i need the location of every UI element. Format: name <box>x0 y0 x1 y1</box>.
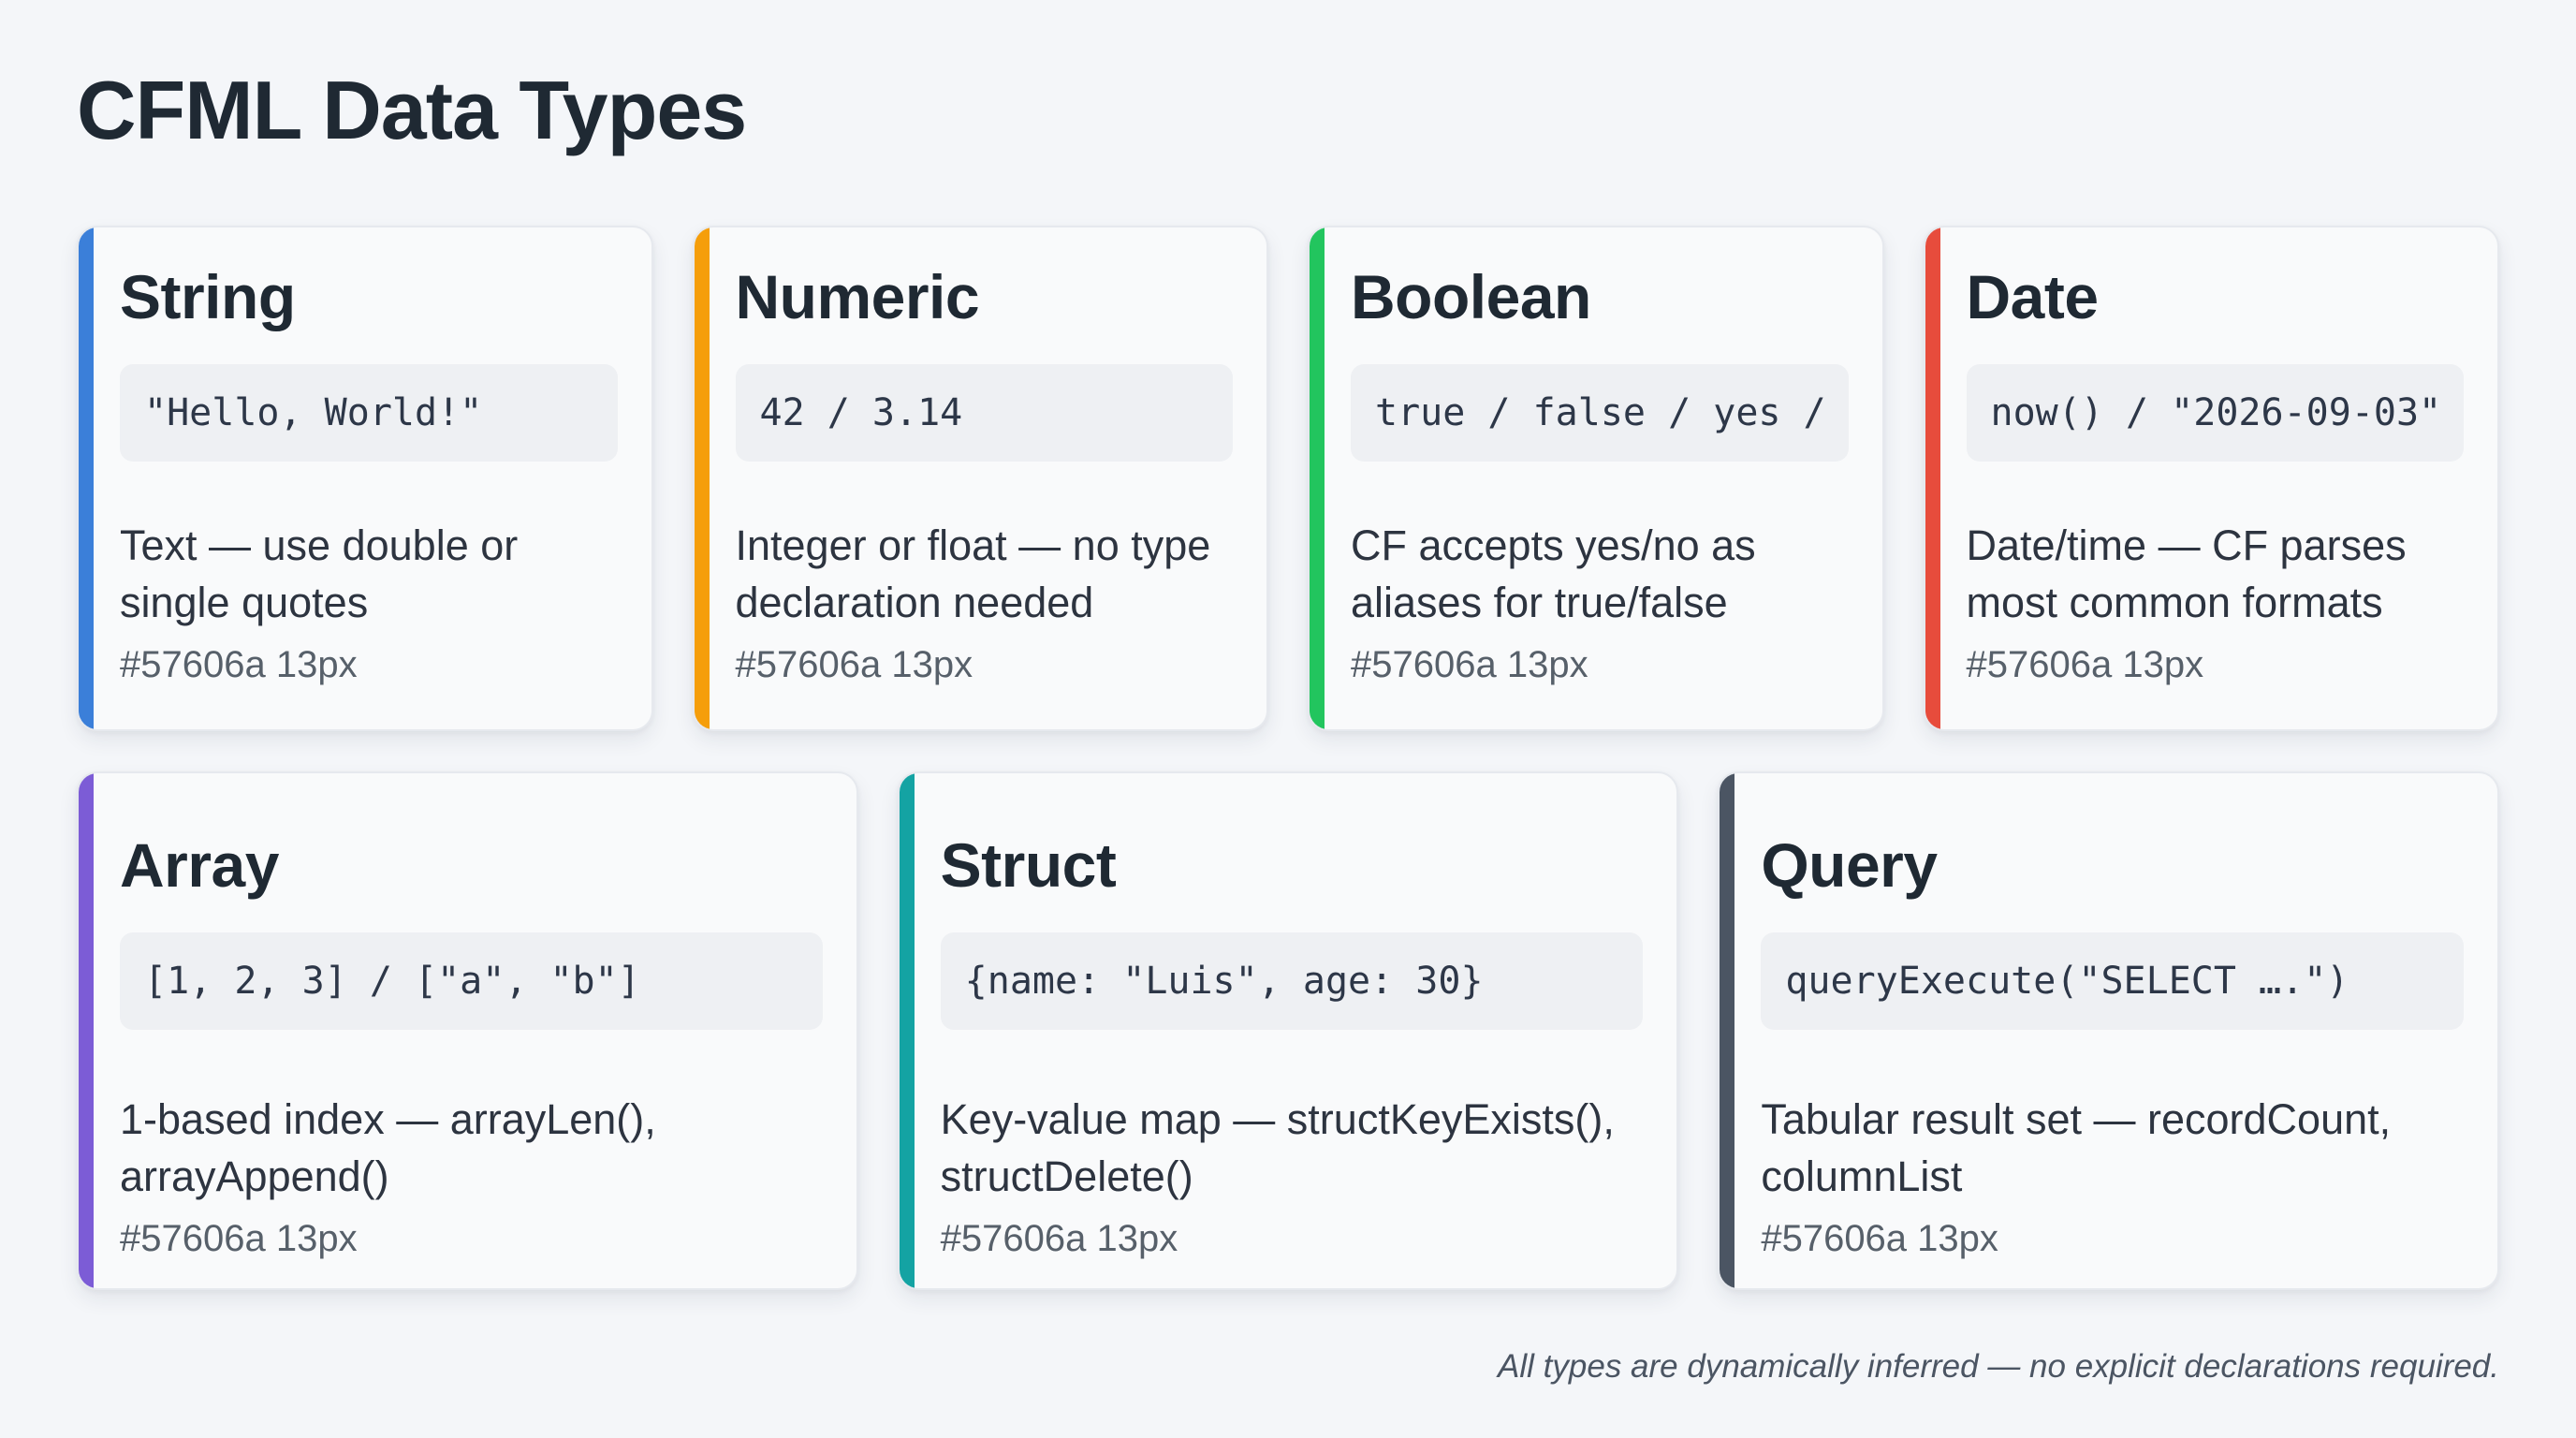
card-description: Key-value map — structKeyExists(), struc… <box>940 1094 1615 1200</box>
card-description: 1-based index — arrayLen(), arrayAppend(… <box>120 1094 656 1200</box>
code-example: 42 / 3.14 <box>735 363 1233 462</box>
style-meta: #57606a 13px <box>1351 644 1588 686</box>
code-example: true / false / yes / no <box>1351 363 1849 462</box>
accent-bar <box>79 227 94 729</box>
accent-bar <box>79 773 94 1288</box>
card-title: Boolean <box>1351 262 1591 331</box>
card-struct: Struct {name: "Luis", age: 30} Key-value… <box>897 771 1679 1290</box>
style-meta: #57606a 13px <box>120 1218 358 1260</box>
card-title: Query <box>1761 830 1938 900</box>
style-meta: #57606a 13px <box>940 1218 1178 1260</box>
card-title: Numeric <box>735 262 980 331</box>
code-example: {name: "Luis", age: 30} <box>940 932 1644 1030</box>
card-string: String "Hello, World!" Text — use double… <box>77 226 653 731</box>
card-row-2: Array [1, 2, 3] / ["a", "b"] 1-based ind… <box>77 771 2499 1290</box>
accent-bar <box>694 227 710 729</box>
style-meta: #57606a 13px <box>1966 644 2204 686</box>
page: CFML Data Types String "Hello, World!" T… <box>0 0 2576 1438</box>
card-query: Query queryExecute("SELECT ….") Tabular … <box>1718 771 2499 1290</box>
card-title: Struct <box>940 830 1117 900</box>
card-description: Text — use double or single quotes <box>120 521 519 626</box>
card-title: Array <box>120 830 279 900</box>
page-title: CFML Data Types <box>77 64 747 156</box>
style-meta: #57606a 13px <box>1761 1218 1998 1260</box>
card-description: Tabular result set — recordCount, column… <box>1761 1094 2392 1200</box>
style-meta: #57606a 13px <box>735 644 973 686</box>
footer-note: All types are dynamically inferred — no … <box>1498 1348 2499 1385</box>
code-example: queryExecute("SELECT ….") <box>1761 932 2464 1030</box>
card-numeric: Numeric 42 / 3.14 Integer or float — no … <box>692 226 1268 731</box>
card-description: Date/time — CF parses most common format… <box>1966 521 2407 626</box>
accent-bar <box>1310 227 1325 729</box>
code-example: [1, 2, 3] / ["a", "b"] <box>120 932 823 1030</box>
style-meta: #57606a 13px <box>120 644 358 686</box>
accent-bar <box>1720 773 1735 1288</box>
card-description: CF accepts yes/no as aliases for true/fa… <box>1351 521 1756 626</box>
card-boolean: Boolean true / false / yes / no CF accep… <box>1308 226 1884 731</box>
card-row-1: String "Hello, World!" Text — use double… <box>77 226 2499 731</box>
code-example: now() / "2026-09-03" <box>1966 363 2464 462</box>
code-example: "Hello, World!" <box>120 363 618 462</box>
card-title: String <box>120 262 296 331</box>
card-date: Date now() / "2026-09-03" Date/time — CF… <box>1923 226 2499 731</box>
card-array: Array [1, 2, 3] / ["a", "b"] 1-based ind… <box>77 771 858 1290</box>
accent-bar <box>1925 227 1940 729</box>
card-title: Date <box>1966 262 2100 331</box>
accent-bar <box>899 773 915 1288</box>
card-description: Integer or float — no type declaration n… <box>735 521 1211 626</box>
